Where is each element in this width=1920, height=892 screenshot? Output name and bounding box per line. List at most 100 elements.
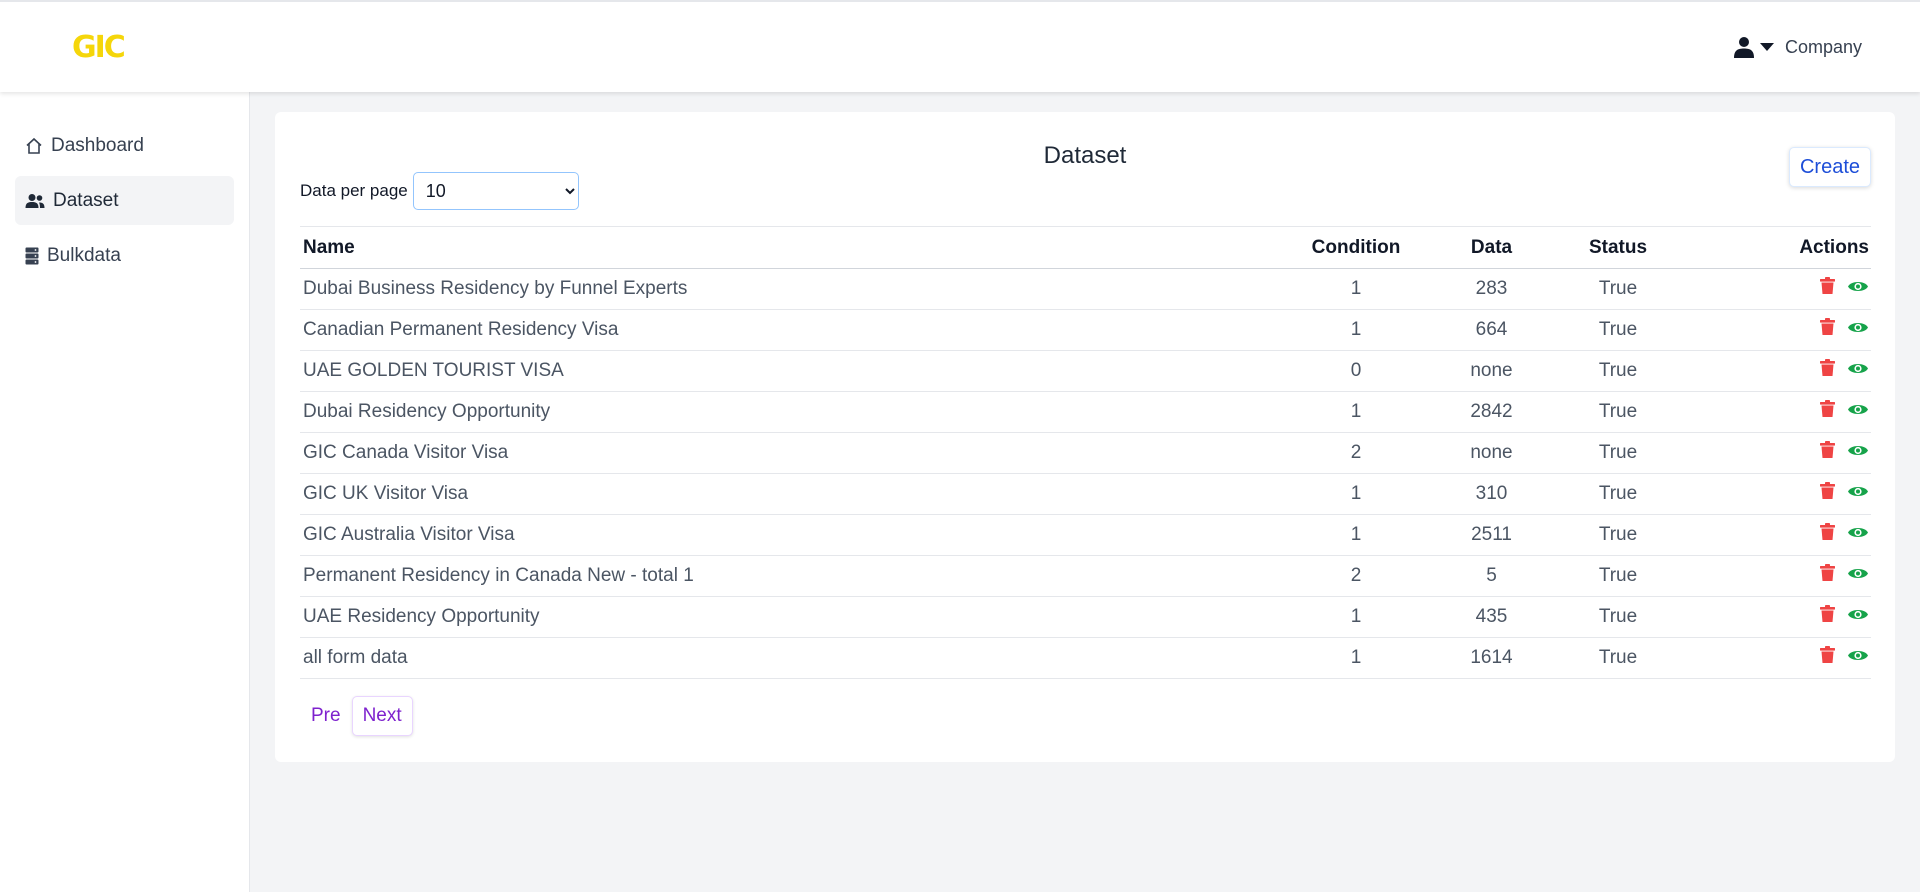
trash-icon[interactable] <box>1820 646 1835 664</box>
create-button[interactable]: Create <box>1788 147 1871 187</box>
cell-name: Canadian Permanent Residency Visa <box>300 309 1294 351</box>
table-row: GIC UK Visitor Visa 1 310 True <box>300 473 1871 515</box>
per-page-select[interactable]: 10 <box>412 172 579 210</box>
column-header-actions: Actions <box>1799 236 1869 258</box>
delete-button[interactable] <box>1820 605 1835 623</box>
cell-condition: 2 <box>1294 432 1418 474</box>
view-button[interactable] <box>1847 648 1869 663</box>
cell-condition: 1 <box>1294 391 1418 433</box>
table-row: GIC Australia Visitor Visa 1 2511 True <box>300 514 1871 556</box>
column-header-status[interactable]: Status <box>1565 227 1671 269</box>
cell-name: Permanent Residency in Canada New - tota… <box>300 555 1294 597</box>
delete-button[interactable] <box>1820 646 1835 664</box>
delete-button[interactable] <box>1820 564 1835 582</box>
cell-condition: 1 <box>1294 637 1418 679</box>
cell-status: True <box>1565 473 1671 515</box>
cell-status: True <box>1565 596 1671 638</box>
table-header-row: Name Condition Data Status Actions <box>300 226 1871 269</box>
trash-icon[interactable] <box>1820 441 1835 459</box>
view-button[interactable] <box>1847 279 1869 294</box>
users-icon <box>25 193 45 208</box>
view-button[interactable] <box>1847 402 1869 417</box>
sidebar-item-label: Dashboard <box>51 134 144 156</box>
trash-icon[interactable] <box>1820 277 1835 295</box>
trash-icon[interactable] <box>1820 359 1835 377</box>
sidebar-item-dashboard[interactable]: Dashboard <box>15 121 234 170</box>
eye-icon[interactable] <box>1847 484 1869 499</box>
cell-name: all form data <box>300 637 1294 679</box>
cell-status: True <box>1565 555 1671 597</box>
view-button[interactable] <box>1847 361 1869 376</box>
per-page-label: Data per page <box>300 181 408 200</box>
trash-icon[interactable] <box>1820 564 1835 582</box>
eye-icon[interactable] <box>1847 279 1869 294</box>
cell-actions <box>1671 514 1871 556</box>
delete-button[interactable] <box>1820 400 1835 418</box>
column-header-name[interactable]: Name <box>300 227 1294 269</box>
delete-button[interactable] <box>1820 523 1835 541</box>
view-button[interactable] <box>1847 525 1869 540</box>
trash-icon[interactable] <box>1820 605 1835 623</box>
delete-button[interactable] <box>1820 277 1835 295</box>
cell-status: True <box>1565 309 1671 351</box>
delete-button[interactable] <box>1820 359 1835 377</box>
per-page-control: Data per page 10 <box>300 172 579 210</box>
eye-icon[interactable] <box>1847 607 1869 622</box>
cell-status: True <box>1565 432 1671 474</box>
cell-name: GIC Canada Visitor Visa <box>300 432 1294 474</box>
sidebar-item-label: Dataset <box>53 189 119 211</box>
cell-name: Dubai Business Residency by Funnel Exper… <box>300 268 1294 310</box>
view-button[interactable] <box>1847 484 1869 499</box>
eye-icon[interactable] <box>1847 443 1869 458</box>
eye-icon[interactable] <box>1847 361 1869 376</box>
next-page-button[interactable]: Next <box>351 696 413 736</box>
cell-condition: 1 <box>1294 596 1418 638</box>
table-body: Dubai Business Residency by Funnel Exper… <box>300 268 1871 679</box>
delete-button[interactable] <box>1820 441 1835 459</box>
cell-data: 2842 <box>1418 391 1565 433</box>
trash-icon[interactable] <box>1820 318 1835 336</box>
cell-actions <box>1671 350 1871 392</box>
user-icon <box>1733 37 1754 58</box>
view-button[interactable] <box>1847 443 1869 458</box>
sidebar-item-dataset[interactable]: Dataset <box>15 176 234 225</box>
trash-icon[interactable] <box>1820 482 1835 500</box>
user-menu[interactable]: Company <box>1733 36 1862 58</box>
eye-icon[interactable] <box>1847 525 1869 540</box>
cell-data: 435 <box>1418 596 1565 638</box>
view-button[interactable] <box>1847 607 1869 622</box>
cell-name: GIC Australia Visitor Visa <box>300 514 1294 556</box>
trash-icon[interactable] <box>1820 523 1835 541</box>
eye-icon[interactable] <box>1847 648 1869 663</box>
cell-condition: 1 <box>1294 268 1418 310</box>
eye-icon[interactable] <box>1847 402 1869 417</box>
eye-icon[interactable] <box>1847 320 1869 335</box>
cell-actions <box>1671 309 1871 351</box>
cell-status: True <box>1565 391 1671 433</box>
cell-data: 283 <box>1418 268 1565 310</box>
brand-logo[interactable]: GIC <box>72 30 126 66</box>
cell-actions <box>1671 555 1871 597</box>
prev-page-button[interactable]: Pre <box>300 696 352 736</box>
sidebar-item-label: Bulkdata <box>47 244 121 266</box>
caret-down-icon <box>1759 43 1774 51</box>
cell-actions <box>1671 432 1871 474</box>
view-button[interactable] <box>1847 566 1869 581</box>
eye-icon[interactable] <box>1847 566 1869 581</box>
cell-status: True <box>1565 637 1671 679</box>
delete-button[interactable] <box>1820 318 1835 336</box>
table-row: Dubai Residency Opportunity 1 2842 True <box>300 391 1871 433</box>
sidebar-item-bulkdata[interactable]: Bulkdata <box>15 231 234 280</box>
company-label: Company <box>1784 36 1862 57</box>
view-button[interactable] <box>1847 320 1869 335</box>
cell-data: none <box>1418 350 1565 392</box>
trash-icon[interactable] <box>1820 400 1835 418</box>
table-row: Canadian Permanent Residency Visa 1 664 Tru… <box>300 309 1871 351</box>
delete-button[interactable] <box>1820 482 1835 500</box>
table-row: Permanent Residency in Canada New - tota… <box>300 555 1871 597</box>
cell-name: UAE GOLDEN TOURIST VISA <box>300 350 1294 392</box>
cell-condition: 1 <box>1294 514 1418 556</box>
dataset-card: Dataset Create Data per page 10 Name Con… <box>275 112 1895 762</box>
column-header-condition[interactable]: Condition <box>1294 227 1418 269</box>
column-header-data[interactable]: Data <box>1418 227 1565 269</box>
